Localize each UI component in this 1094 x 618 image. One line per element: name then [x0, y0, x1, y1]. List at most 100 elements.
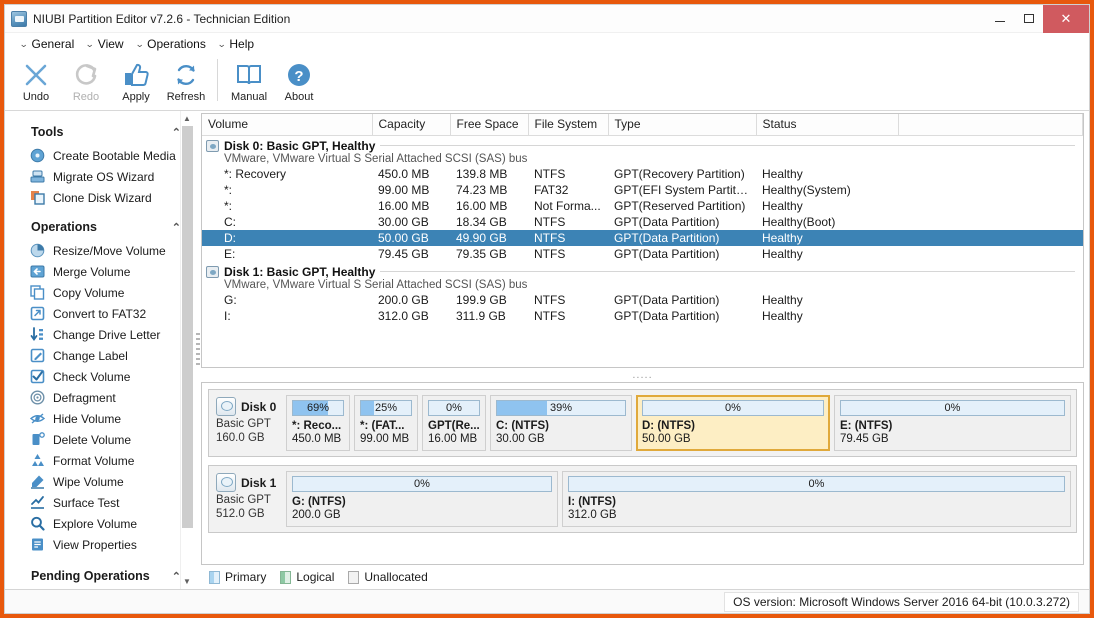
- close-button[interactable]: ✕: [1043, 5, 1089, 33]
- column-header-blank[interactable]: [898, 114, 1083, 135]
- partition-block-reserved[interactable]: 0% GPT(Re... 16.00 MB: [422, 395, 486, 451]
- partition-block-c[interactable]: 39% C: (NTFS) 30.00 GB: [490, 395, 632, 451]
- usage-percent: 0%: [429, 401, 479, 415]
- sidebar-item-migrate-os-wizard[interactable]: Migrate OS Wizard: [5, 166, 195, 187]
- menu-operations[interactable]: ⌄ Operations: [133, 35, 213, 53]
- disk-group-header[interactable]: Disk 1: Basic GPT, Healthy VMware, VMwar…: [202, 262, 1083, 292]
- chevron-down-icon: ⌄: [217, 39, 226, 50]
- redo-arrow-icon: [73, 60, 99, 90]
- table-row[interactable]: *: Recovery 450.0 MB 139.8 MB NTFS GPT(R…: [202, 166, 1083, 182]
- sidebar-item-view-properties[interactable]: View Properties: [5, 534, 195, 555]
- column-header-capacity[interactable]: Capacity: [372, 114, 450, 135]
- menu-help[interactable]: ⌄ Help: [215, 35, 261, 53]
- disk0-scheme: Basic GPT: [216, 418, 284, 430]
- table-row[interactable]: *: 16.00 MB 16.00 MB Not Forma... GPT(Re…: [202, 198, 1083, 214]
- disk1-partitions: 0% G: (NTFS) 200.0 GB 0% I: (NTFS) 312.0: [286, 471, 1071, 527]
- disk0-info: Disk 0 Basic GPT 160.0 GB: [214, 395, 286, 451]
- sidebar-scrollbar[interactable]: ▲ ▼: [180, 111, 193, 589]
- sidebar-item-label: Change Drive Letter: [53, 328, 160, 342]
- refresh-button[interactable]: Refresh: [161, 57, 211, 109]
- sidebar-item-change-drive-letter[interactable]: Change Drive Letter: [5, 324, 195, 345]
- partition-block-e[interactable]: 0% E: (NTFS) 79.45 GB: [834, 395, 1071, 451]
- about-button[interactable]: ? About: [274, 57, 324, 109]
- horizontal-splitter[interactable]: .....: [201, 368, 1084, 382]
- partition-block-recovery[interactable]: 69% *: Reco... 450.0 MB: [286, 395, 350, 451]
- scroll-down-icon[interactable]: ▼: [181, 574, 194, 589]
- sidebar-item-surface-test[interactable]: Surface Test: [5, 492, 195, 513]
- delete-icon: [29, 432, 45, 448]
- sidebar-item-defragment[interactable]: Defragment: [5, 387, 195, 408]
- column-header-file-system[interactable]: File System: [528, 114, 608, 135]
- sidebar-section-operations-label: Operations: [31, 220, 97, 234]
- sidebar-item-format-volume[interactable]: Format Volume: [5, 450, 195, 471]
- toolbar-divider: [217, 59, 218, 101]
- chevron-down-icon: ⌄: [135, 39, 144, 50]
- partition-label: C: (NTFS): [496, 420, 626, 432]
- redo-button[interactable]: Redo: [61, 57, 111, 109]
- column-header-type[interactable]: Type: [608, 114, 756, 135]
- cell-free-space: 79.35 GB: [450, 246, 528, 262]
- partition-block-g[interactable]: 0% G: (NTFS) 200.0 GB: [286, 471, 558, 527]
- legend-label: Unallocated: [364, 570, 427, 584]
- column-header-free-space[interactable]: Free Space: [450, 114, 528, 135]
- sidebar-item-explore-volume[interactable]: Explore Volume: [5, 513, 195, 534]
- partition-block-d-selected[interactable]: 0% D: (NTFS) 50.00 GB: [636, 395, 830, 451]
- usage-percent: 39%: [497, 401, 625, 415]
- sidebar-section-pending-operations[interactable]: Pending Operations ⌃: [5, 563, 195, 589]
- table-row[interactable]: E: 79.45 GB 79.35 GB NTFS GPT(Data Parti…: [202, 246, 1083, 262]
- cell-file-system: NTFS: [528, 292, 608, 308]
- manual-button[interactable]: Manual: [224, 57, 274, 109]
- minimize-button[interactable]: [985, 5, 1014, 33]
- close-icon: ✕: [1061, 11, 1072, 27]
- sidebar-item-convert-to-fat32[interactable]: Convert to FAT32: [5, 303, 195, 324]
- disk-map-disk1[interactable]: Disk 1 Basic GPT 512.0 GB 0% G: (NTFS): [208, 465, 1077, 533]
- disk-icon: [216, 473, 236, 492]
- sidebar-item-label: Create Bootable Media: [53, 149, 176, 163]
- sidebar-section-operations[interactable]: Operations ⌃: [5, 214, 195, 240]
- cell-type: GPT(Data Partition): [608, 308, 756, 324]
- sidebar-item-wipe-volume[interactable]: Wipe Volume: [5, 471, 195, 492]
- legend-item-unallocated: Unallocated: [348, 570, 427, 584]
- cell-blank: [898, 214, 1083, 230]
- partition-block-efi[interactable]: 25% *: (FAT... 99.00 MB: [354, 395, 418, 451]
- sidebar-item-check-volume[interactable]: Check Volume: [5, 366, 195, 387]
- column-header-volume[interactable]: Volume: [202, 114, 372, 135]
- scroll-up-icon[interactable]: ▲: [181, 111, 194, 126]
- scrollbar-thumb[interactable]: [182, 126, 193, 528]
- disk0-partitions: 69% *: Reco... 450.0 MB 25% *: (FAT... 9: [286, 395, 1071, 451]
- cell-capacity: 30.00 GB: [372, 214, 450, 230]
- pane-splitter[interactable]: [195, 111, 201, 589]
- maximize-button[interactable]: [1014, 5, 1043, 33]
- sidebar-item-merge-volume[interactable]: Merge Volume: [5, 261, 195, 282]
- apply-button[interactable]: Apply: [111, 57, 161, 109]
- disk-map-disk0[interactable]: Disk 0 Basic GPT 160.0 GB 69% *: Reco...: [208, 389, 1077, 457]
- sidebar-item-clone-disk-wizard[interactable]: Clone Disk Wizard: [5, 187, 195, 208]
- partition-label: G: (NTFS): [292, 496, 552, 508]
- sidebar-item-resize-move-volume[interactable]: Resize/Move Volume: [5, 240, 195, 261]
- table-row[interactable]: C: 30.00 GB 18.34 GB NTFS GPT(Data Parti…: [202, 214, 1083, 230]
- table-row[interactable]: G: 200.0 GB 199.9 GB NTFS GPT(Data Parti…: [202, 292, 1083, 308]
- column-header-status[interactable]: Status: [756, 114, 898, 135]
- disk-group-header[interactable]: Disk 0: Basic GPT, Healthy VMware, VMwar…: [202, 135, 1083, 166]
- table-row[interactable]: *: 99.00 MB 74.23 MB FAT32 GPT(EFI Syste…: [202, 182, 1083, 198]
- undo-button[interactable]: Undo: [11, 57, 61, 109]
- sidebar-item-delete-volume[interactable]: Delete Volume: [5, 429, 195, 450]
- usage-bar: 0%: [568, 476, 1065, 492]
- sidebar-item-hide-volume[interactable]: Hide Volume: [5, 408, 195, 429]
- clone-icon: [29, 190, 45, 206]
- partition-block-i[interactable]: 0% I: (NTFS) 312.0 GB: [562, 471, 1071, 527]
- sidebar-item-change-label[interactable]: Change Label: [5, 345, 195, 366]
- defragment-icon: [29, 390, 45, 406]
- sidebar-section-tools[interactable]: Tools ⌃: [5, 119, 195, 145]
- menu-general[interactable]: ⌄ General: [17, 35, 81, 53]
- disk-group-title: Disk 0: Basic GPT, Healthy: [224, 139, 375, 153]
- table-row-selected[interactable]: D: 50.00 GB 49.90 GB NTFS GPT(Data Parti…: [202, 230, 1083, 246]
- usage-percent: 0%: [643, 401, 823, 415]
- sidebar-item-create-bootable-media[interactable]: Create Bootable Media: [5, 145, 195, 166]
- table-row[interactable]: I: 312.0 GB 311.9 GB NTFS GPT(Data Parti…: [202, 308, 1083, 324]
- disk-icon: [206, 266, 219, 278]
- menu-view[interactable]: ⌄ View: [83, 35, 130, 53]
- partition-label: D: (NTFS): [642, 420, 824, 432]
- sidebar-item-copy-volume[interactable]: Copy Volume: [5, 282, 195, 303]
- disk0-size: 160.0 GB: [216, 432, 284, 444]
